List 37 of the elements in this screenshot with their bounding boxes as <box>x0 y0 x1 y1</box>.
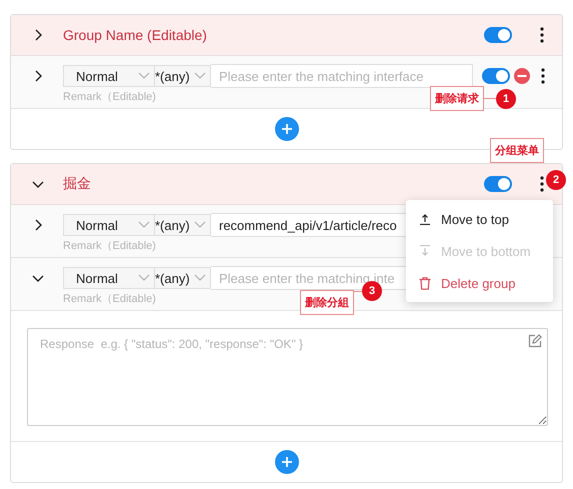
interface-input[interactable]: Please enter the matching interface <box>211 64 473 88</box>
annotation-label: 分组菜单 <box>490 138 544 163</box>
group-name: Group Name (Editable) <box>63 27 207 43</box>
caret-icon <box>138 274 150 282</box>
plus-icon <box>280 456 292 468</box>
plus-icon <box>280 123 292 135</box>
caret-icon <box>194 274 206 282</box>
more-icon[interactable] <box>540 27 544 43</box>
group-name: 掘金 <box>63 175 91 193</box>
status-select[interactable]: *(any) <box>155 214 211 236</box>
caret-icon <box>194 221 206 229</box>
remove-icon[interactable] <box>514 68 530 84</box>
remark-text: Remark（Editable) <box>63 293 156 306</box>
trash-icon <box>419 276 431 290</box>
edit-icon[interactable] <box>528 334 542 348</box>
remark-text: Remark（Editable) <box>63 240 156 253</box>
annotation-label: 删除分組 <box>300 290 354 315</box>
caret-icon <box>194 72 206 80</box>
add-button[interactable] <box>274 450 298 474</box>
toggle-switch[interactable] <box>484 176 512 192</box>
remark-text: Remark（Editable) <box>63 91 156 104</box>
method-select[interactable]: Normal <box>63 267 155 289</box>
move-bottom-icon <box>419 245 431 257</box>
more-icon[interactable] <box>540 176 544 192</box>
response-textarea[interactable]: Response e.g. { "status": 200, "response": "OK" } <box>27 328 548 426</box>
move-top-icon <box>419 213 431 225</box>
toggle-switch[interactable] <box>482 68 510 84</box>
caret-icon <box>138 221 150 229</box>
status-select[interactable]: *(any) <box>155 65 211 87</box>
status-select[interactable]: *(any) <box>155 267 211 289</box>
caret-icon <box>138 72 150 80</box>
method-select[interactable]: Normal <box>63 65 155 87</box>
add-button[interactable] <box>274 117 298 141</box>
more-icon[interactable] <box>541 68 545 84</box>
annotation-label: 删除请求 <box>430 86 484 111</box>
toggle-switch[interactable] <box>484 27 512 43</box>
method-select[interactable]: Normal <box>63 214 155 236</box>
